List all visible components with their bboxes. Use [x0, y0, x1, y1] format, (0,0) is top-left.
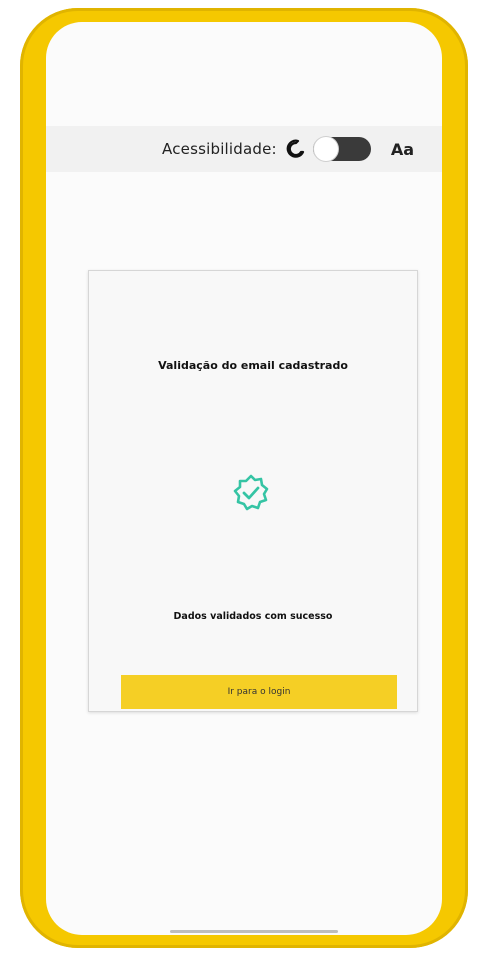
accessibility-label: Acessibilidade: [162, 140, 277, 158]
validation-card: Validação do email cadastrado Dados vali… [88, 270, 418, 712]
success-message: Dados validados com sucesso [173, 611, 333, 622]
accessibility-bar: Acessibilidade: Aa [46, 126, 442, 172]
dark-mode-toggle[interactable] [312, 137, 371, 161]
app-screen: Acessibilidade: Aa Validação do email ca… [46, 22, 442, 935]
card-title: Validação do email cadastrado [158, 359, 348, 372]
font-size-button[interactable]: Aa [391, 140, 414, 159]
go-to-login-button[interactable]: Ir para o login [121, 675, 397, 709]
verified-badge-icon [231, 473, 271, 513]
home-indicator [170, 930, 338, 933]
toggle-knob [313, 137, 338, 161]
moon-icon [285, 139, 305, 159]
